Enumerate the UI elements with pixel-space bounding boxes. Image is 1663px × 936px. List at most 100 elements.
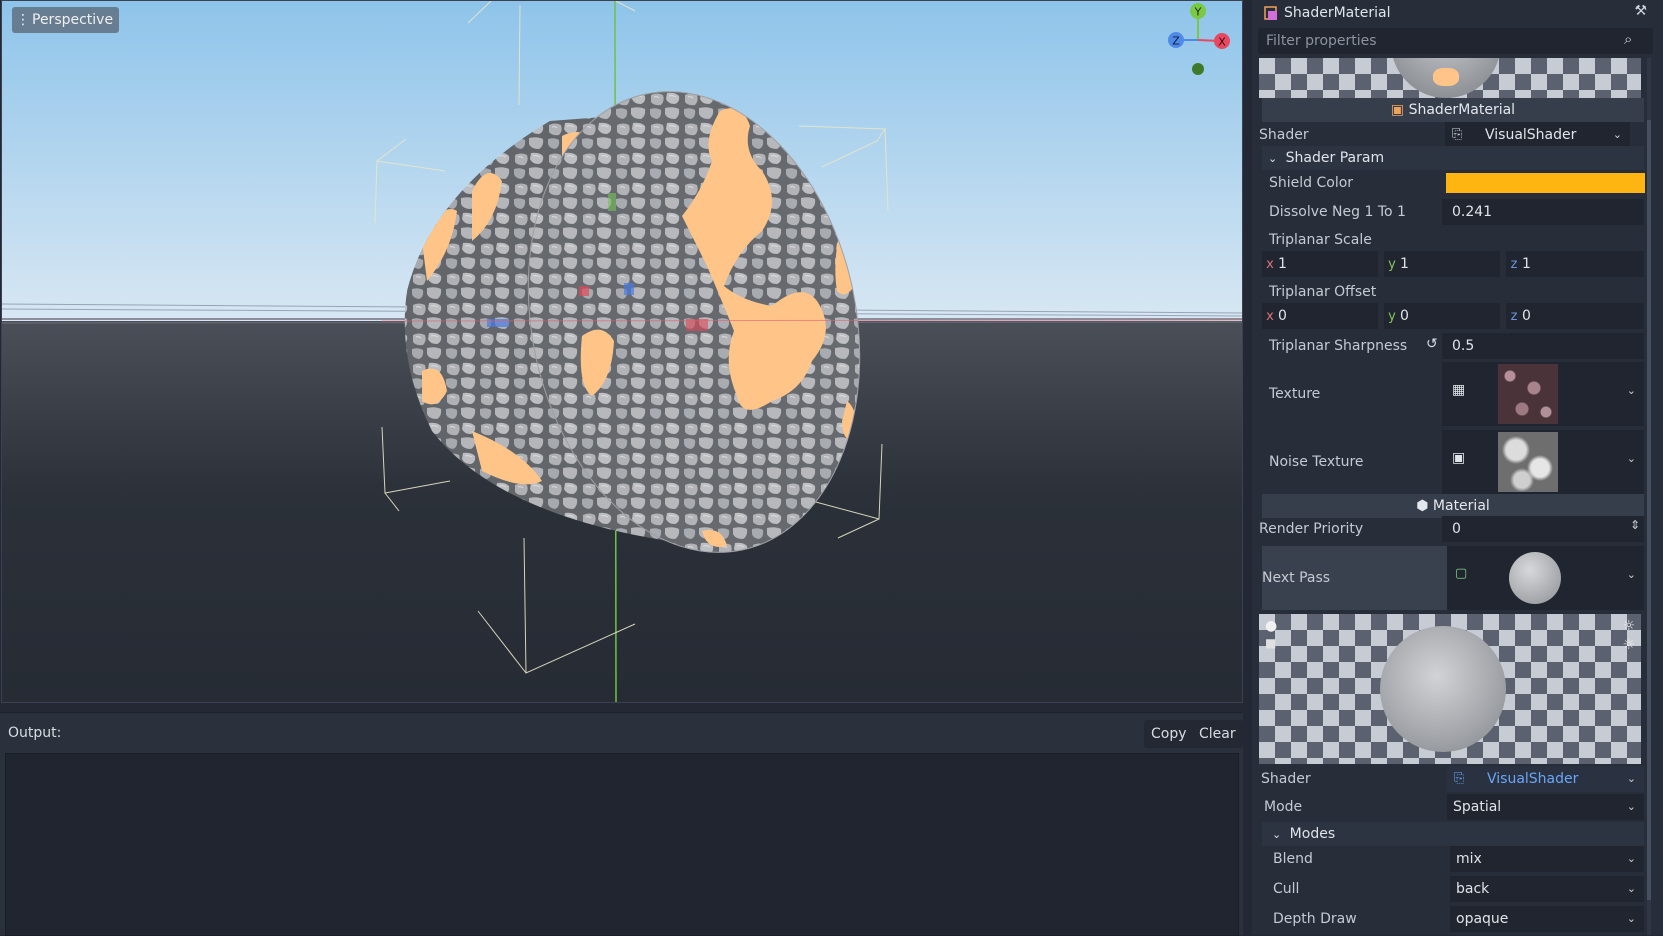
- triplanar-scale-x-value: 1: [1278, 256, 1287, 272]
- light1-toggle-icon[interactable]: ☼: [1622, 618, 1635, 634]
- blend-dropdown[interactable]: mix ⌄: [1450, 846, 1644, 872]
- material-section-label: Material: [1432, 498, 1490, 514]
- dissolve-input[interactable]: 0.241: [1442, 199, 1644, 225]
- sub-shader-property: Shader ⎘ VisualShader ⌄: [1261, 766, 1644, 792]
- material-section[interactable]: ⬢ Material: [1262, 494, 1644, 518]
- mode-value: Spatial: [1453, 799, 1502, 815]
- shield-color-swatch[interactable]: [1446, 173, 1645, 193]
- shader-label: Shader: [1259, 127, 1309, 143]
- modes-section[interactable]: ⌄ Modes: [1262, 822, 1644, 846]
- triplanar-offset-y[interactable]: y0: [1384, 303, 1500, 329]
- axis-x-label: x: [1266, 257, 1274, 272]
- chevron-down-icon[interactable]: ⌄: [1627, 794, 1636, 820]
- image-texture-icon: ▦: [1452, 382, 1466, 398]
- triplanar-sharpness-label: Triplanar Sharpness: [1269, 338, 1408, 354]
- cull-property: Cull back ⌄: [1262, 876, 1644, 902]
- triplanar-sharpness-input[interactable]: 0.5: [1442, 333, 1644, 359]
- chevron-down-icon[interactable]: ⌄: [1627, 384, 1636, 397]
- material-cube-icon: ⬢: [1416, 498, 1429, 514]
- filter-properties-input[interactable]: Filter properties: [1258, 28, 1653, 54]
- blend-property: Blend mix ⌄: [1262, 846, 1644, 872]
- shield-color-label: Shield Color: [1269, 175, 1354, 191]
- triplanar-offset-property: Triplanar Offset: [1262, 279, 1644, 305]
- clear-button[interactable]: Clear: [1192, 720, 1243, 748]
- render-priority-label: Render Priority: [1259, 521, 1364, 537]
- triplanar-offset-z[interactable]: z0: [1506, 303, 1644, 329]
- visual-shader-icon: ⎘: [1454, 771, 1465, 786]
- scene-render: [2, 1, 1242, 702]
- dissolve-property: Dissolve Neg 1 To 1 0.241: [1262, 199, 1644, 225]
- noise-texture-icon: ▣: [1452, 450, 1466, 466]
- texture-picker[interactable]: ▦ ⌄: [1442, 362, 1644, 426]
- perspective-menu-button[interactable]: ⋮ Perspective: [12, 7, 120, 33]
- 3d-viewport[interactable]: Y X Z ⋮ Perspective: [1, 0, 1243, 703]
- shader-material-section-icon: ▣: [1390, 102, 1405, 118]
- output-panel: Output: Copy Clear: [0, 712, 1243, 936]
- axis-z-label: z: [1510, 257, 1518, 272]
- chevron-down-icon[interactable]: ⌄: [1627, 766, 1636, 792]
- shader-material-section-label: ShaderMaterial: [1408, 102, 1516, 118]
- box-preview-icon[interactable]: ■: [1265, 636, 1276, 650]
- shield-color-property: Shield Color: [1262, 170, 1645, 196]
- inspector-header: ShaderMaterial ⚒: [1252, 0, 1663, 26]
- tools-icon[interactable]: ⚒: [1634, 3, 1647, 19]
- cull-dropdown[interactable]: back ⌄: [1450, 876, 1644, 902]
- blend-label: Blend: [1273, 851, 1313, 867]
- output-log[interactable]: [5, 753, 1239, 936]
- modes-label: Modes: [1289, 826, 1336, 842]
- triplanar-scale-y[interactable]: y1: [1384, 251, 1500, 277]
- triplanar-scale-x[interactable]: x1: [1262, 251, 1378, 277]
- chevron-down-icon[interactable]: ⌄: [1613, 122, 1622, 148]
- axis-y-label: y: [1388, 309, 1396, 324]
- visual-shader-icon: ⎘: [1452, 127, 1463, 142]
- triplanar-scale-z[interactable]: z1: [1506, 251, 1644, 277]
- texture-thumbnail: [1498, 364, 1558, 424]
- next-pass-property: Next Pass ▢ ⌄: [1262, 546, 1644, 610]
- search-icon: ⌕: [1624, 30, 1633, 48]
- chevron-down-icon[interactable]: ⌄: [1627, 568, 1636, 581]
- inspector-panel: ShaderMaterial ⚒ Filter properties ⌕ ▣ S…: [1252, 0, 1663, 935]
- blend-value: mix: [1456, 851, 1482, 867]
- noise-texture-label: Noise Texture: [1269, 454, 1364, 470]
- triplanar-scale-y-value: 1: [1400, 256, 1409, 272]
- sub-shader-picker[interactable]: ⎘ VisualShader ⌄: [1447, 766, 1644, 792]
- mode-property: Mode Spatial ⌄: [1262, 794, 1644, 820]
- triplanar-offset-label: Triplanar Offset: [1269, 284, 1377, 300]
- reset-icon[interactable]: ↺: [1426, 336, 1438, 352]
- shader-param-section[interactable]: ⌄ Shader Param: [1262, 146, 1644, 170]
- mode-label: Mode: [1264, 799, 1303, 815]
- menu-dots-icon: ⋮: [16, 12, 30, 28]
- triplanar-scale-z-value: 1: [1522, 256, 1531, 272]
- chevron-down-icon[interactable]: ⌄: [1627, 876, 1636, 902]
- triplanar-offset-x-value: 0: [1278, 308, 1287, 324]
- noise-texture-property: Noise Texture ▣ ⌄: [1262, 430, 1644, 494]
- axis-z-label: z: [1510, 309, 1518, 324]
- shader-material-section[interactable]: ▣ ShaderMaterial: [1262, 98, 1644, 122]
- depth-draw-property: Depth Draw opaque ⌄: [1262, 906, 1644, 932]
- next-pass-label-bg: Next Pass: [1262, 546, 1447, 610]
- inspector-scroll-thumb[interactable]: [1647, 120, 1651, 900]
- chevron-down-icon: ⌄: [1268, 152, 1278, 165]
- axis-y-label: y: [1388, 257, 1396, 272]
- chevron-down-icon[interactable]: ⌄: [1627, 452, 1636, 465]
- shader-picker[interactable]: ⎘ VisualShader ⌄: [1445, 122, 1630, 148]
- dissolve-label: Dissolve Neg 1 To 1: [1269, 204, 1406, 220]
- sub-shader-value: VisualShader: [1487, 771, 1579, 787]
- cull-label: Cull: [1273, 881, 1300, 897]
- material-preview-top: [1259, 58, 1641, 98]
- light2-toggle-icon[interactable]: ☼: [1622, 637, 1635, 653]
- chevron-down-icon[interactable]: ⌄: [1627, 906, 1636, 932]
- sub-shader-label: Shader: [1261, 771, 1311, 787]
- next-pass-picker[interactable]: ▢ ⌄: [1447, 546, 1644, 610]
- chevron-down-icon[interactable]: ⌄: [1627, 846, 1636, 872]
- spin-arrows-icon[interactable]: ⇕: [1630, 518, 1640, 532]
- mode-dropdown[interactable]: Spatial ⌄: [1447, 794, 1644, 820]
- depth-draw-dropdown[interactable]: opaque ⌄: [1450, 906, 1644, 932]
- triplanar-scale-property: Triplanar Scale: [1262, 227, 1644, 253]
- triplanar-offset-x[interactable]: x0: [1262, 303, 1378, 329]
- render-priority-input[interactable]: 0: [1442, 516, 1644, 542]
- noise-texture-picker[interactable]: ▣ ⌄: [1442, 430, 1644, 494]
- triplanar-offset-vector: x0 y0 z0: [1262, 303, 1644, 329]
- copy-button[interactable]: Copy: [1144, 720, 1194, 748]
- sphere-preview-icon[interactable]: ●: [1265, 618, 1277, 634]
